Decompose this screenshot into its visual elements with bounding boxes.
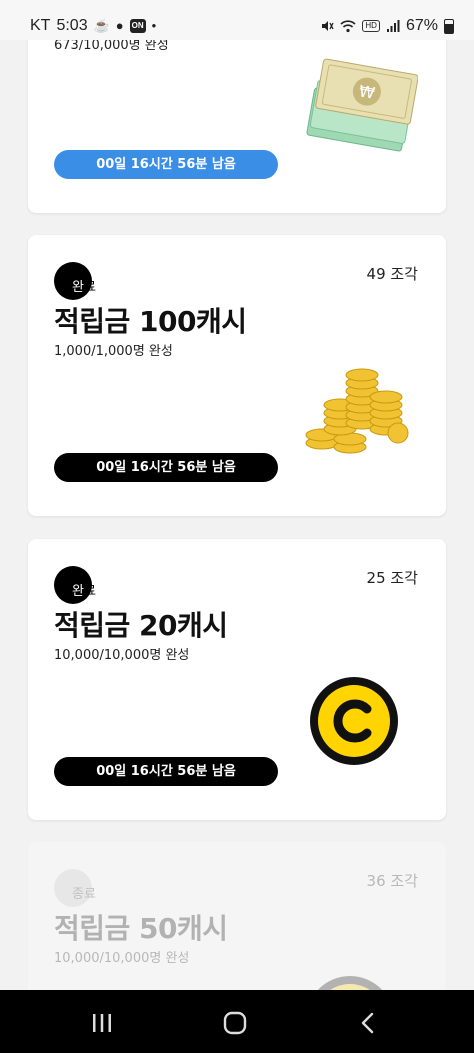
participation-count: 10,000/10,000명 완성	[54, 648, 190, 663]
chat-bubble-icon: ●	[115, 18, 124, 33]
notification-dot: •	[151, 18, 157, 33]
event-card-3[interactable]: 완료 25 조각 적립금 20캐시 10,000/10,000명 완성 00일 …	[28, 539, 446, 820]
participation-count: 10,000/10,000명 완성	[54, 951, 190, 966]
carrier-label: KT	[30, 17, 51, 34]
pieces-count: 36 조각	[366, 872, 418, 890]
home-button[interactable]	[215, 1008, 255, 1038]
pieces-count: 25 조각	[366, 569, 418, 587]
status-label: 완료	[72, 280, 96, 295]
timer-pill: 00일 16시간 56분 남음	[54, 150, 278, 179]
status-label: 완료	[72, 584, 96, 599]
hd-badge: HD	[362, 20, 380, 32]
banknotes-icon: ₩	[306, 58, 418, 152]
status-bar: KT 5:03 ☕ ● ON • HD 67%	[0, 0, 474, 40]
wifi-icon	[340, 20, 356, 33]
clock: 5:03	[56, 17, 88, 34]
battery-icon	[444, 18, 454, 34]
timer-pill: 00일 16시간 56분 남음	[54, 757, 278, 786]
event-card-2[interactable]: 완료 49 조각 적립금 100캐시 1,000/1,000명 완성 00일 1…	[28, 235, 446, 516]
reward-title: 적립금 50캐시	[54, 912, 228, 945]
cash-coin-icon	[310, 677, 398, 765]
mute-icon	[322, 21, 334, 31]
timer-pill: 00일 16시간 56분 남음	[54, 453, 278, 482]
back-button[interactable]	[348, 1008, 388, 1038]
gold-coins-icon	[305, 368, 409, 454]
home-icon	[223, 1011, 247, 1035]
status-bar-right: HD 67%	[320, 17, 454, 35]
back-icon	[361, 1012, 374, 1034]
status-label: 종료	[72, 887, 96, 902]
reward-title: 적립금 100캐시	[54, 305, 247, 338]
signal-icon	[386, 20, 400, 32]
system-nav-bar	[0, 990, 474, 1053]
recent-apps-button[interactable]	[82, 1008, 122, 1038]
cup-icon: ☕	[93, 18, 110, 33]
status-bar-left: KT 5:03 ☕ ● ON •	[30, 17, 156, 35]
participation-count: 1,000/1,000명 완성	[54, 344, 173, 359]
reward-title: 적립금 20캐시	[54, 609, 228, 642]
recent-apps-icon	[93, 1014, 111, 1032]
on-badge: ON	[129, 19, 146, 33]
battery-percent: 67%	[405, 17, 438, 34]
pieces-count: 49 조각	[366, 265, 418, 283]
